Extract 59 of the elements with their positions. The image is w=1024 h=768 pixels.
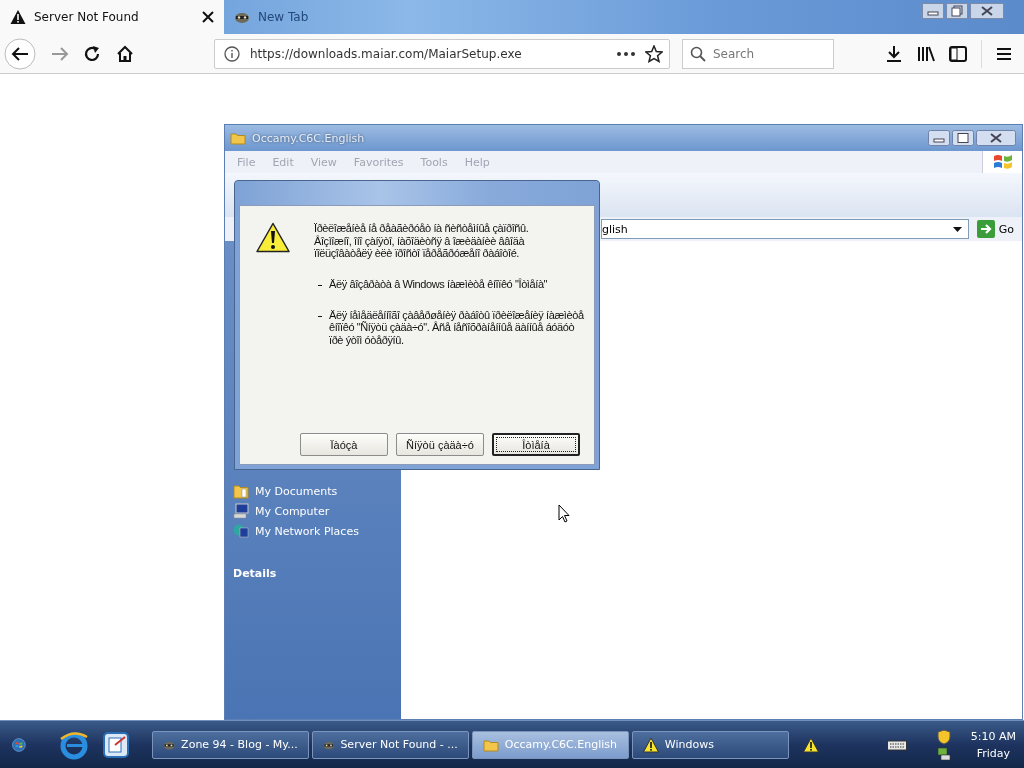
dropdown-arrow-icon[interactable] xyxy=(952,226,962,232)
address-bar[interactable]: https://downloads.maiar.com/MaiarSetup.exe xyxy=(214,38,670,69)
warning-icon xyxy=(10,9,26,25)
browser-tab[interactable]: Server Not Found xyxy=(0,0,224,34)
message-text: Ïðèëîæåíèå íå ðåàãèðóåò íà ñèñòåìíûå çàïðîñû. Âîçìîæíî, îíî çàíÿòî, íàõîäèòñÿ â îæèäàíèè ââîäà ïîëüçîâàòåëÿ èëè ïðîñòî ïåðåãðóæåíî ðàáîòîé. xyxy=(314,222,530,260)
mouse-pointer-icon xyxy=(558,504,570,523)
reload-icon[interactable] xyxy=(84,44,102,63)
address-field[interactable]: glish xyxy=(601,219,969,239)
dialog-button[interactable]: Ïàóçà xyxy=(300,433,388,456)
place-link[interactable]: My Documents xyxy=(233,483,401,499)
close-icon[interactable] xyxy=(202,11,214,23)
place-link[interactable]: My Computer xyxy=(233,503,401,519)
keyboard-icon[interactable] xyxy=(886,738,907,751)
info-icon[interactable] xyxy=(224,45,240,62)
tab-title: Server Not Found xyxy=(34,10,140,24)
maximize-icon[interactable] xyxy=(952,130,974,146)
library-icon[interactable] xyxy=(917,45,935,62)
warning-icon xyxy=(256,222,290,253)
restore-icon[interactable] xyxy=(946,3,968,19)
windows-logo-icon xyxy=(992,152,1013,172)
menu-icon[interactable] xyxy=(996,46,1012,61)
sidebar-icon[interactable] xyxy=(949,45,967,62)
warning-icon[interactable] xyxy=(802,736,819,753)
download-icon[interactable] xyxy=(885,44,903,63)
back-icon[interactable] xyxy=(4,37,36,70)
network-icon xyxy=(233,523,249,539)
taskbar-button[interactable]: Zone 94 - Blog - My... xyxy=(151,730,309,759)
clock-day[interactable]: Friday xyxy=(976,746,1011,760)
taskbar-button[interactable]: Windows xyxy=(631,730,789,759)
dialog-button[interactable]: Ñíÿòü çàäà÷ó xyxy=(396,433,484,456)
warning-icon xyxy=(642,736,659,753)
dialog-button[interactable]: Îòìåíà xyxy=(492,433,580,456)
window-title: Occamy.C6C.English xyxy=(252,131,365,145)
shield-icon[interactable] xyxy=(936,728,951,745)
search-field[interactable]: Search xyxy=(682,38,834,69)
browser-tab[interactable]: New Tab xyxy=(224,0,448,34)
more-icon[interactable] xyxy=(617,51,635,56)
clock-time[interactable]: 5:10 AM xyxy=(970,729,1016,743)
close-icon[interactable] xyxy=(970,3,1004,19)
network-icon[interactable] xyxy=(936,746,951,761)
app-icon[interactable] xyxy=(101,730,130,759)
computer-icon xyxy=(233,503,249,519)
tab-title: New Tab xyxy=(258,10,310,24)
place-link[interactable]: My Network Places xyxy=(233,523,401,539)
bullet-text: Äëÿ âîçâðàòà â Windows íàæìèòå êíîïêó "Îòìåíà" xyxy=(329,277,549,291)
go-button[interactable]: Go xyxy=(972,220,1018,238)
go-arrow-icon xyxy=(976,220,995,238)
taskbar-button[interactable]: Server Not Found - ... xyxy=(311,730,469,759)
star-icon[interactable] xyxy=(645,44,663,63)
home-icon[interactable] xyxy=(116,44,134,63)
bullet-text: Äëÿ íåìåäëåííîãî çàâåðøåíèÿ ðàáîòû ïðèëîæåíèÿ íàæìèòå êíîïêó "Ñíÿòü çàäà÷ó". Âñå íåñîõðàíåííûå äàííûå áóäóò ïðè ýòîì óòåðÿíû. xyxy=(329,308,584,347)
url-text: https://downloads.maiar.com/MaiarSetup.exe xyxy=(250,46,522,61)
close-icon[interactable] xyxy=(976,130,1016,146)
documents-folder-icon xyxy=(233,483,249,499)
section-heading[interactable]: Details xyxy=(233,567,401,580)
minimize-icon[interactable] xyxy=(922,3,944,19)
folder-icon xyxy=(230,131,246,145)
minimize-icon[interactable] xyxy=(928,130,950,146)
folder-icon xyxy=(482,737,499,752)
